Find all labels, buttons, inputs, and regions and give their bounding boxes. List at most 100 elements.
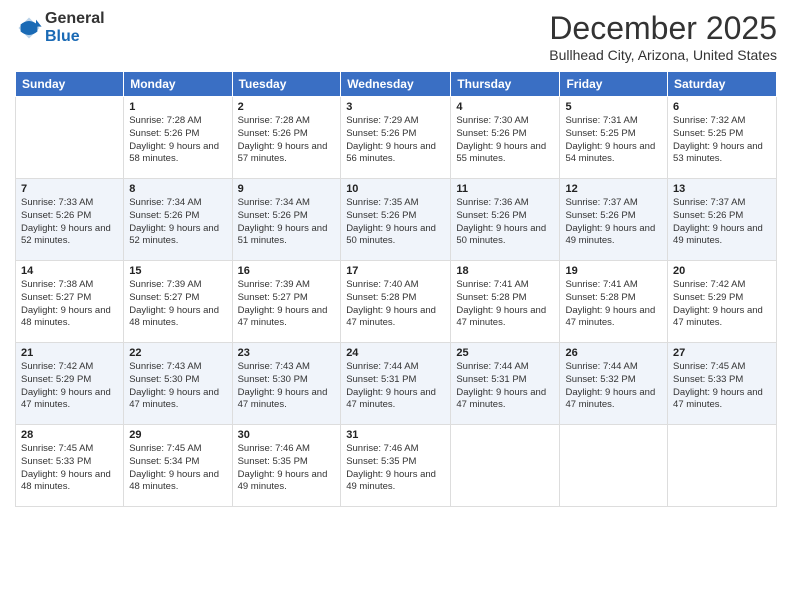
day-number: 15 [129, 265, 226, 277]
day-number: 22 [129, 347, 226, 359]
calendar-cell: 23 Sunrise: 7:43 AMSunset: 5:30 PMDayligh… [232, 343, 341, 425]
logo-general: General [45, 10, 105, 28]
header-monday: Monday [124, 72, 232, 97]
day-info: Sunrise: 7:42 AMSunset: 5:29 PMDaylight:… [673, 279, 771, 330]
calendar-cell: 21Sunrise: 7:42 AMSunset: 5:29 PMDayligh… [16, 343, 124, 425]
header-tuesday: Tuesday [232, 72, 341, 97]
day-number: 28 [21, 429, 118, 441]
calendar-table: SundayMondayTuesdayWednesdayThursdayFrid… [15, 71, 777, 507]
day-number: 27 [673, 347, 771, 359]
calendar-cell: 4 Sunrise: 7:30 AMSunset: 5:26 PMDaylight… [451, 97, 560, 179]
day-number: 14 [21, 265, 118, 277]
day-info: Sunrise: 7:39 AMSunset: 5:27 PMDaylight:… [129, 279, 226, 330]
day-number: 18 [456, 265, 554, 277]
calendar-cell: 15 Sunrise: 7:39 AMSunset: 5:27 PMDayligh… [124, 261, 232, 343]
day-info: Sunrise: 7:32 AMSunset: 5:25 PMDaylight:… [673, 115, 771, 166]
day-number: 2 [238, 101, 336, 113]
calendar-cell: 27Sunrise: 7:45 AMSunset: 5:33 PMDayligh… [668, 343, 777, 425]
calendar-cell [560, 425, 668, 507]
calendar-cell: 25Sunrise: 7:44 AMSunset: 5:31 PMDayligh… [451, 343, 560, 425]
header: General Blue December 2025 Bullhead City… [15, 10, 777, 63]
day-info: Sunrise: 7:34 AMSunset: 5:26 PMDaylight:… [129, 197, 226, 248]
location-title: Bullhead City, Arizona, United States [549, 47, 777, 63]
logo: General Blue [15, 10, 105, 45]
header-sunday: Sunday [16, 72, 124, 97]
calendar-cell: 20 Sunrise: 7:42 AMSunset: 5:29 PMDayligh… [668, 261, 777, 343]
calendar-cell: 17Sunrise: 7:40 AMSunset: 5:28 PMDayligh… [341, 261, 451, 343]
logo-icon [15, 14, 43, 42]
header-saturday: Saturday [668, 72, 777, 97]
day-number: 21 [21, 347, 118, 359]
day-number: 30 [238, 429, 336, 441]
header-thursday: Thursday [451, 72, 560, 97]
week-row-2: 14Sunrise: 7:38 AMSunset: 5:27 PMDayligh… [16, 261, 777, 343]
day-info: Sunrise: 7:30 AMSunset: 5:26 PMDaylight:… [456, 115, 554, 166]
header-friday: Friday [560, 72, 668, 97]
day-number: 24 [346, 347, 445, 359]
day-info: Sunrise: 7:46 AMSunset: 5:35 PMDaylight:… [346, 443, 445, 494]
calendar-cell: 5Sunrise: 7:31 AMSunset: 5:25 PMDaylight… [560, 97, 668, 179]
day-number: 26 [565, 347, 662, 359]
calendar-cell: 19 Sunrise: 7:41 AMSunset: 5:28 PMDayligh… [560, 261, 668, 343]
day-number: 31 [346, 429, 445, 441]
calendar-cell: 18 Sunrise: 7:41 AMSunset: 5:28 PMDayligh… [451, 261, 560, 343]
day-info: Sunrise: 7:41 AMSunset: 5:28 PMDaylight:… [456, 279, 554, 330]
day-number: 7 [21, 183, 118, 195]
calendar-cell: 1 Sunrise: 7:28 AMSunset: 5:26 PMDaylight… [124, 97, 232, 179]
day-number: 9 [238, 183, 336, 195]
day-number: 1 [129, 101, 226, 113]
day-info: Sunrise: 7:43 AMSunset: 5:30 PMDaylight:… [129, 361, 226, 412]
calendar-cell: 26 Sunrise: 7:44 AMSunset: 5:32 PMDayligh… [560, 343, 668, 425]
day-number: 4 [456, 101, 554, 113]
day-number: 6 [673, 101, 771, 113]
calendar-cell: 30 Sunrise: 7:46 AMSunset: 5:35 PMDayligh… [232, 425, 341, 507]
day-number: 20 [673, 265, 771, 277]
month-title: December 2025 [549, 10, 777, 47]
calendar-cell: 2Sunrise: 7:28 AMSunset: 5:26 PMDaylight… [232, 97, 341, 179]
calendar-cell: 22 Sunrise: 7:43 AMSunset: 5:30 PMDayligh… [124, 343, 232, 425]
calendar-cell [668, 425, 777, 507]
day-number: 11 [456, 183, 554, 195]
day-info: Sunrise: 7:29 AMSunset: 5:26 PMDaylight:… [346, 115, 445, 166]
day-info: Sunrise: 7:45 AMSunset: 5:34 PMDaylight:… [129, 443, 226, 494]
day-info: Sunrise: 7:28 AMSunset: 5:26 PMDaylight:… [129, 115, 226, 166]
page: General Blue December 2025 Bullhead City… [0, 0, 792, 612]
week-row-4: 28 Sunrise: 7:45 AMSunset: 5:33 PMDayligh… [16, 425, 777, 507]
day-info: Sunrise: 7:41 AMSunset: 5:28 PMDaylight:… [565, 279, 662, 330]
calendar-cell: 9Sunrise: 7:34 AMSunset: 5:26 PMDaylight… [232, 179, 341, 261]
day-info: Sunrise: 7:37 AMSunset: 5:26 PMDaylight:… [565, 197, 662, 248]
title-block: December 2025 Bullhead City, Arizona, Un… [549, 10, 777, 63]
calendar-cell: 10 Sunrise: 7:35 AMSunset: 5:26 PMDayligh… [341, 179, 451, 261]
day-info: Sunrise: 7:43 AMSunset: 5:30 PMDaylight:… [238, 361, 336, 412]
week-row-3: 21Sunrise: 7:42 AMSunset: 5:29 PMDayligh… [16, 343, 777, 425]
calendar-cell: 16 Sunrise: 7:39 AMSunset: 5:27 PMDayligh… [232, 261, 341, 343]
day-info: Sunrise: 7:44 AMSunset: 5:32 PMDaylight:… [565, 361, 662, 412]
calendar-cell: 11 Sunrise: 7:36 AMSunset: 5:26 PMDayligh… [451, 179, 560, 261]
logo-blue: Blue [45, 28, 105, 46]
day-number: 5 [565, 101, 662, 113]
day-info: Sunrise: 7:46 AMSunset: 5:35 PMDaylight:… [238, 443, 336, 494]
day-number: 12 [565, 183, 662, 195]
calendar-cell: 14Sunrise: 7:38 AMSunset: 5:27 PMDayligh… [16, 261, 124, 343]
day-number: 3 [346, 101, 445, 113]
day-number: 23 [238, 347, 336, 359]
day-info: Sunrise: 7:45 AMSunset: 5:33 PMDaylight:… [21, 443, 118, 494]
logo-text: General Blue [45, 10, 105, 45]
day-number: 10 [346, 183, 445, 195]
day-info: Sunrise: 7:36 AMSunset: 5:26 PMDaylight:… [456, 197, 554, 248]
week-row-0: 1 Sunrise: 7:28 AMSunset: 5:26 PMDaylight… [16, 97, 777, 179]
day-number: 8 [129, 183, 226, 195]
day-number: 17 [346, 265, 445, 277]
days-header-row: SundayMondayTuesdayWednesdayThursdayFrid… [16, 72, 777, 97]
day-info: Sunrise: 7:44 AMSunset: 5:31 PMDaylight:… [346, 361, 445, 412]
day-number: 25 [456, 347, 554, 359]
calendar-cell: 31 Sunrise: 7:46 AMSunset: 5:35 PMDayligh… [341, 425, 451, 507]
calendar-cell: 6 Sunrise: 7:32 AMSunset: 5:25 PMDaylight… [668, 97, 777, 179]
calendar-cell: 7 Sunrise: 7:33 AMSunset: 5:26 PMDaylight… [16, 179, 124, 261]
day-info: Sunrise: 7:33 AMSunset: 5:26 PMDaylight:… [21, 197, 118, 248]
day-number: 16 [238, 265, 336, 277]
day-info: Sunrise: 7:39 AMSunset: 5:27 PMDaylight:… [238, 279, 336, 330]
day-info: Sunrise: 7:35 AMSunset: 5:26 PMDaylight:… [346, 197, 445, 248]
day-number: 19 [565, 265, 662, 277]
calendar-cell: 24 Sunrise: 7:44 AMSunset: 5:31 PMDayligh… [341, 343, 451, 425]
